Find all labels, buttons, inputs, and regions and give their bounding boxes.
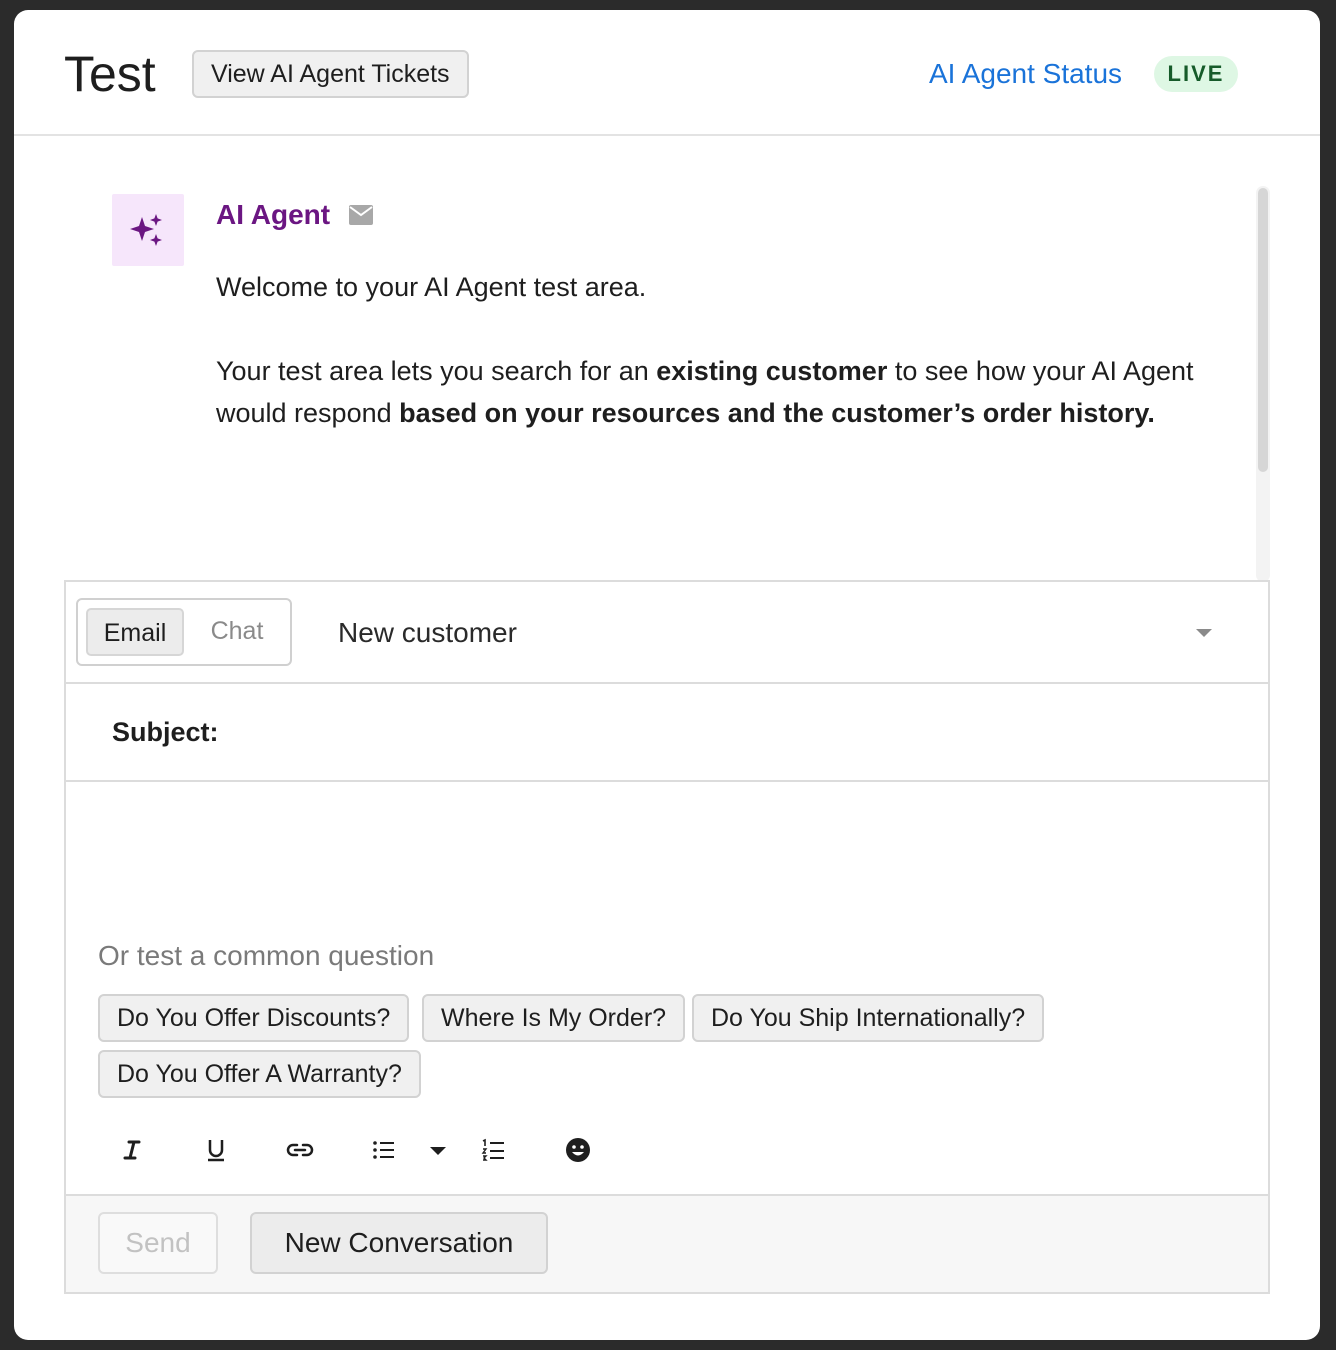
message-paragraph: Welcome to your AI Agent test area. <box>216 272 647 302</box>
page-header: Test View AI Agent Tickets AI Agent Stat… <box>14 10 1320 136</box>
message-composer: Email Chat New customer Subject: Or test… <box>64 580 1270 1294</box>
suggestion-chip-discounts[interactable]: Do You Offer Discounts? <box>98 994 410 1042</box>
link-icon[interactable] <box>282 1132 318 1168</box>
agent-message: Welcome to your AI Agent test area. Your… <box>216 266 1216 476</box>
composer-top-row: Email Chat New customer <box>66 582 1268 684</box>
suggestion-chip-international[interactable]: Do You Ship Internationally? <box>692 994 1045 1042</box>
new-conversation-button[interactable]: New Conversation <box>250 1212 548 1274</box>
message-paragraph: Your test area lets you search for an ex… <box>216 356 1194 428</box>
tab-chat[interactable]: Chat <box>190 608 284 656</box>
status-badge: LIVE <box>1154 56 1238 92</box>
italic-icon[interactable] <box>114 1132 150 1168</box>
common-question-label: Or test a common question <box>98 940 435 971</box>
scrollbar-thumb[interactable] <box>1258 188 1268 472</box>
underline-icon[interactable] <box>198 1132 234 1168</box>
channel-toggle: Email Chat <box>76 598 292 666</box>
test-window: Test View AI Agent Tickets AI Agent Stat… <box>14 10 1320 1340</box>
ai-agent-status-link[interactable]: AI Agent Status <box>929 56 1122 92</box>
message-sender-name: AI Agent <box>216 199 331 230</box>
subject-row: Subject: <box>66 684 1268 782</box>
tab-email[interactable]: Email <box>86 608 184 656</box>
numbered-list-icon[interactable] <box>476 1132 512 1168</box>
chevron-down-icon[interactable] <box>1194 627 1214 639</box>
subject-input[interactable] <box>236 704 1240 762</box>
message-body-editor[interactable] <box>66 782 1268 922</box>
subject-label: Subject: <box>112 717 219 747</box>
view-ai-agent-tickets-button[interactable]: View AI Agent Tickets <box>192 50 469 98</box>
sparkles-icon <box>130 214 162 246</box>
page-title: Test <box>64 46 156 102</box>
suggestion-chip-order[interactable]: Where Is My Order? <box>422 994 686 1042</box>
list-dropdown-icon[interactable] <box>420 1132 456 1168</box>
suggestion-chip-warranty[interactable]: Do You Offer A Warranty? <box>98 1050 421 1098</box>
composer-footer: Send New Conversation <box>66 1194 1268 1292</box>
emoji-icon[interactable] <box>560 1132 596 1168</box>
ai-agent-avatar <box>112 194 184 266</box>
send-button[interactable]: Send <box>98 1212 218 1274</box>
bulleted-list-icon[interactable] <box>366 1132 402 1168</box>
customer-select[interactable]: New customer <box>338 602 1218 664</box>
mail-icon <box>349 205 373 225</box>
